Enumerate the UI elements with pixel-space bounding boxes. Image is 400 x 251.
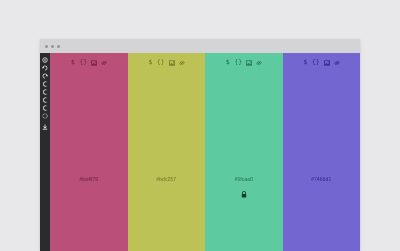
settings-icon[interactable] bbox=[42, 57, 49, 63]
arc-icon[interactable] bbox=[42, 105, 49, 111]
download-icon[interactable] bbox=[42, 124, 49, 130]
column-toolbar: $ {} bbox=[50, 59, 128, 66]
link-icon[interactable] bbox=[256, 59, 262, 66]
dollar-icon[interactable]: $ bbox=[225, 59, 230, 66]
undo-icon[interactable] bbox=[42, 65, 49, 71]
braces-icon[interactable]: {} bbox=[79, 59, 87, 66]
color-hex-label[interactable]: #ba4f79 bbox=[50, 177, 128, 183]
arc-icon[interactable] bbox=[42, 81, 49, 87]
redo-icon[interactable] bbox=[42, 73, 49, 79]
window-dot[interactable] bbox=[45, 44, 48, 48]
link-icon[interactable] bbox=[179, 59, 185, 66]
arc-icon[interactable] bbox=[42, 97, 49, 103]
braces-icon[interactable]: {} bbox=[234, 59, 242, 66]
lock-icon[interactable] bbox=[241, 191, 247, 198]
color-hex-label[interactable]: #bdc257 bbox=[128, 177, 206, 183]
image-icon[interactable] bbox=[91, 59, 98, 66]
color-column-1[interactable]: $ {} #ba4f79 bbox=[50, 53, 128, 251]
dollar-icon[interactable]: $ bbox=[148, 59, 153, 66]
window-titlebar bbox=[40, 39, 360, 53]
arc-icon[interactable] bbox=[42, 89, 49, 95]
dollar-icon[interactable]: $ bbox=[70, 59, 75, 66]
column-toolbar: $ {} bbox=[205, 59, 283, 66]
app-window: $ {} #ba4f79 $ {} #bdc257 $ {} #5fcaa0 $… bbox=[40, 39, 360, 251]
image-icon[interactable] bbox=[323, 59, 330, 66]
image-icon[interactable] bbox=[168, 59, 175, 66]
window-dot[interactable] bbox=[57, 44, 60, 48]
braces-icon[interactable]: {} bbox=[157, 59, 165, 66]
column-toolbar: $ {} bbox=[283, 59, 361, 66]
dotted-circle-icon[interactable] bbox=[42, 113, 49, 119]
color-columns: $ {} #ba4f79 $ {} #bdc257 $ {} #5fcaa0 $… bbox=[50, 53, 360, 251]
column-toolbar: $ {} bbox=[128, 59, 206, 66]
color-hex-label[interactable]: #5fcaa0 bbox=[205, 177, 283, 183]
link-icon[interactable] bbox=[334, 59, 340, 66]
link-icon[interactable] bbox=[101, 59, 107, 66]
window-dot[interactable] bbox=[51, 44, 54, 48]
braces-icon[interactable]: {} bbox=[312, 59, 320, 66]
palette-app: $ {} #ba4f79 $ {} #bdc257 $ {} #5fcaa0 $… bbox=[40, 53, 360, 251]
dollar-icon[interactable]: $ bbox=[303, 59, 308, 66]
image-icon[interactable] bbox=[246, 59, 253, 66]
color-column-4[interactable]: $ {} #7466d1 bbox=[282, 53, 361, 251]
color-column-3[interactable]: $ {} #5fcaa0 bbox=[205, 53, 283, 251]
color-column-2[interactable]: $ {} #bdc257 bbox=[127, 53, 206, 251]
tools-sidebar bbox=[40, 53, 50, 251]
color-hex-label[interactable]: #7466d1 bbox=[283, 177, 361, 183]
